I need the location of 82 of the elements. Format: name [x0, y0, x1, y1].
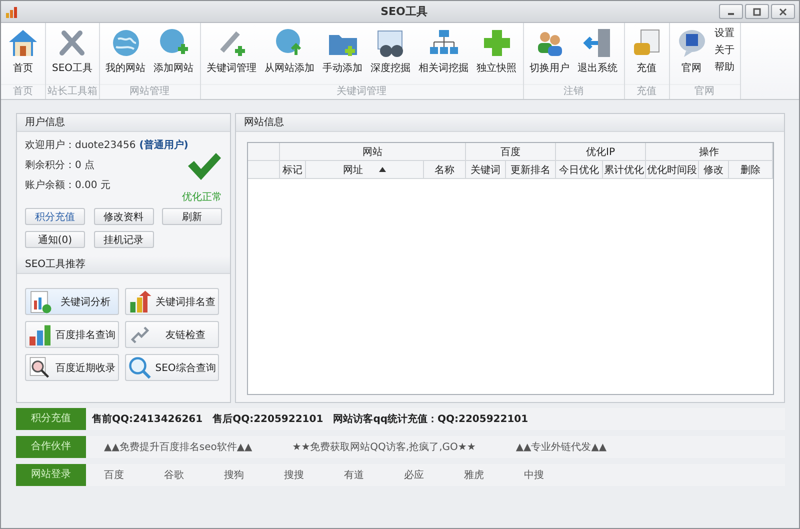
maximize-icon — [753, 8, 761, 16]
status-text: 优化正常 — [182, 190, 222, 204]
link[interactable]: 中搜 — [524, 468, 544, 482]
column-header[interactable]: 今日优化 — [556, 161, 603, 178]
action-button[interactable]: 通知(0) — [25, 231, 85, 248]
ribbon-button[interactable]: 从网站添加 — [262, 25, 318, 77]
link[interactable]: 百度 — [104, 468, 124, 482]
link[interactable]: 有道 — [344, 468, 364, 482]
column-header[interactable]: 名称 — [424, 161, 466, 178]
ribbon-button[interactable]: 手动添加 — [320, 25, 366, 77]
app-logo-icon — [5, 4, 19, 18]
contact-text: 网站访客qq统计充值：QQ:2205922101 — [333, 412, 528, 426]
action-button[interactable]: 挂机记录 — [94, 231, 154, 248]
ribbon-button[interactable]: 首页 — [4, 25, 42, 77]
ribbon-button[interactable]: 我的网站 — [102, 25, 149, 77]
ribbon-button[interactable]: 独立快照 — [474, 25, 520, 77]
link[interactable]: ▲▲专业外链代发▲▲ — [516, 440, 607, 454]
column-group-header: 网站 — [280, 143, 466, 160]
ribbon-button[interactable]: 退出系统 — [574, 25, 621, 77]
action-button[interactable]: 刷新 — [162, 208, 222, 225]
checkmark-icon — [186, 152, 222, 182]
contact-text: 售前QQ:2413426261 — [92, 412, 203, 426]
column-header[interactable]: 优化时间段 — [646, 161, 699, 178]
menu-link[interactable]: 帮助 — [712, 59, 737, 75]
menu-link[interactable]: 关于 — [712, 42, 737, 58]
panel-title: SEO工具推荐 — [17, 256, 230, 274]
action-button[interactable]: 积分充值 — [25, 208, 85, 225]
search-icon — [128, 356, 152, 380]
tool-button[interactable]: 关键词排名查 — [125, 288, 219, 315]
chart-document-icon — [28, 290, 52, 314]
action-button[interactable]: 修改资料 — [94, 208, 154, 225]
column-group-header: 操作 — [646, 143, 773, 160]
contact-text: 售后QQ:2205922101 — [212, 412, 324, 426]
column-group-header: 优化IP — [556, 143, 646, 160]
ribbon-button[interactable]: 相关词挖掘 — [416, 25, 472, 77]
column-header[interactable]: 标记 — [280, 161, 306, 178]
ribbon-button[interactable]: 关键词管理 — [204, 25, 260, 77]
group-label: 站长工具箱 — [46, 84, 99, 99]
link[interactable]: 谷歌 — [164, 468, 184, 482]
maximize-button[interactable] — [745, 4, 769, 19]
panel-title: 网站信息 — [236, 114, 784, 132]
column-header[interactable]: 修改 — [699, 161, 729, 178]
section-label: 积分充值 — [16, 408, 86, 430]
ribbon-button[interactable]: 切换用户 — [526, 25, 573, 77]
column-header[interactable]: 更新排名 — [506, 161, 556, 178]
link[interactable]: ★★免费获取网站QQ访客,抢疯了,GO★★ — [292, 440, 476, 454]
column-header[interactable]: 网址 — [306, 161, 424, 178]
ribbon-button[interactable]: 官网 — [672, 25, 711, 77]
link[interactable]: 搜搜 — [284, 468, 304, 482]
bar-chart-icon — [28, 322, 52, 346]
tool-button[interactable]: 友链检查 — [125, 321, 219, 348]
link[interactable]: 搜狗 — [224, 468, 244, 482]
welcome-text: 欢迎用户：duote23456 — [25, 140, 136, 151]
tool-button[interactable]: 百度排名查询 — [25, 321, 119, 348]
section-label: 合作伙伴 — [16, 436, 86, 458]
points-text: 剩余积分：0 点 — [25, 158, 96, 172]
column-group-header: 百度 — [466, 143, 556, 160]
ribbon-button[interactable]: 充值 — [628, 25, 666, 77]
window-title: SEO工具 — [380, 4, 428, 19]
balance-text: 账户余额：0.00 元 — [25, 178, 112, 192]
minimize-button[interactable] — [719, 4, 743, 19]
tool-button[interactable]: 百度近期收录 — [25, 354, 119, 381]
panel-title: 用户信息 — [17, 114, 230, 132]
rising-chart-icon — [128, 290, 152, 314]
link[interactable]: 必应 — [404, 468, 424, 482]
magnifier-document-icon — [28, 356, 52, 380]
house-icon — [7, 27, 39, 59]
column-header[interactable]: 删除 — [729, 161, 773, 178]
close-button[interactable] — [771, 4, 795, 19]
link[interactable]: 雅虎 — [464, 468, 484, 482]
section-label: 网站登录 — [16, 464, 86, 486]
column-header[interactable]: 累计优化 — [603, 161, 646, 178]
column-header[interactable]: 关键词 — [466, 161, 506, 178]
ribbon-button[interactable]: 添加网站 — [150, 25, 197, 77]
ribbon-button[interactable]: SEO工具 — [49, 25, 96, 77]
link[interactable]: ▲▲免费提升百度排名seo软件▲▲ — [104, 440, 252, 454]
ribbon-button[interactable]: 深度挖掘 — [368, 25, 414, 77]
user-type: (普通用户) — [139, 140, 188, 151]
menu-link[interactable]: 设置 — [712, 25, 737, 41]
tool-button[interactable]: 关键词分析 — [25, 288, 119, 315]
close-icon — [779, 8, 787, 16]
tool-button[interactable]: SEO综合查询 — [125, 354, 219, 381]
